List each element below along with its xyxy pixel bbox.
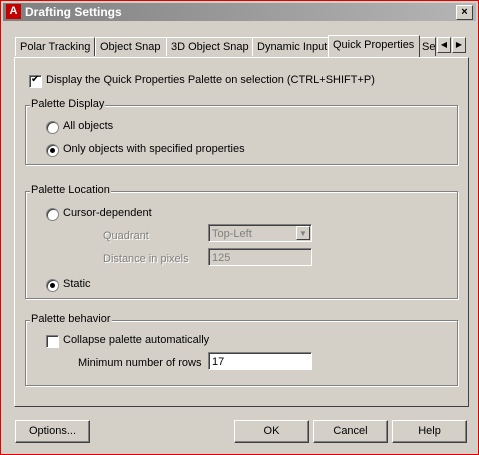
all-objects-label[interactable]: All objects xyxy=(63,120,113,132)
tab-scroll-right-icon[interactable]: ▶ xyxy=(452,37,466,53)
palette-location-title: Palette Location xyxy=(30,184,111,196)
static-radio[interactable] xyxy=(46,279,59,292)
collapse-checkbox[interactable] xyxy=(46,335,59,348)
cancel-button[interactable]: Cancel xyxy=(313,420,388,443)
all-objects-radio[interactable] xyxy=(46,121,59,134)
palette-location-group: Palette Location Cursor-dependent Quadra… xyxy=(25,184,458,299)
quick-properties-panel: Display the Quick Properties Palette on … xyxy=(14,57,469,407)
palette-behavior-title: Palette behavior xyxy=(30,313,112,325)
min-rows-label: Minimum number of rows xyxy=(78,357,202,369)
tab-3d-object-snap[interactable]: 3D Object Snap xyxy=(166,37,254,56)
distance-input[interactable]: 125 xyxy=(208,248,312,266)
specified-properties-radio[interactable] xyxy=(46,144,59,157)
specified-properties-label[interactable]: Only objects with specified properties xyxy=(63,143,245,155)
quadrant-label: Quadrant xyxy=(103,230,149,242)
chevron-down-icon[interactable]: ▼ xyxy=(296,226,310,240)
display-qp-checkbox[interactable] xyxy=(29,74,42,88)
tab-object-snap[interactable]: Object Snap xyxy=(95,37,168,56)
drafting-settings-dialog: A Drafting Settings × Polar Tracking Obj… xyxy=(0,0,479,455)
quadrant-dropdown[interactable]: Top-Left ▼ xyxy=(208,224,312,242)
options-button[interactable]: Options... xyxy=(15,420,90,443)
autocad-app-icon: A xyxy=(6,4,21,19)
ok-button[interactable]: OK xyxy=(234,420,309,443)
collapse-label[interactable]: Collapse palette automatically xyxy=(63,334,209,346)
static-label[interactable]: Static xyxy=(63,278,91,290)
tab-scroll-left-icon[interactable]: ◀ xyxy=(437,37,451,53)
min-rows-input[interactable]: 17 xyxy=(208,352,312,370)
display-qp-label[interactable]: Display the Quick Properties Palette on … xyxy=(46,74,375,86)
palette-behavior-group: Palette behavior Collapse palette automa… xyxy=(25,313,458,386)
tab-selection-cycling[interactable]: Se xyxy=(418,37,436,56)
help-button[interactable]: Help xyxy=(392,420,467,443)
close-icon[interactable]: × xyxy=(456,5,473,20)
palette-display-group: Palette Display All objects Only objects… xyxy=(25,98,458,165)
cursor-dependent-label[interactable]: Cursor-dependent xyxy=(63,207,152,219)
quadrant-value: Top-Left xyxy=(212,228,252,240)
window-title: Drafting Settings xyxy=(25,5,122,19)
title-bar[interactable]: A Drafting Settings × xyxy=(3,3,476,21)
tab-quick-properties[interactable]: Quick Properties xyxy=(328,35,420,57)
cursor-dependent-radio[interactable] xyxy=(46,208,59,221)
palette-display-title: Palette Display xyxy=(30,98,106,110)
distance-label: Distance in pixels xyxy=(103,253,189,265)
tab-polar-tracking[interactable]: Polar Tracking xyxy=(15,37,95,56)
tab-dynamic-input[interactable]: Dynamic Input xyxy=(252,37,332,56)
